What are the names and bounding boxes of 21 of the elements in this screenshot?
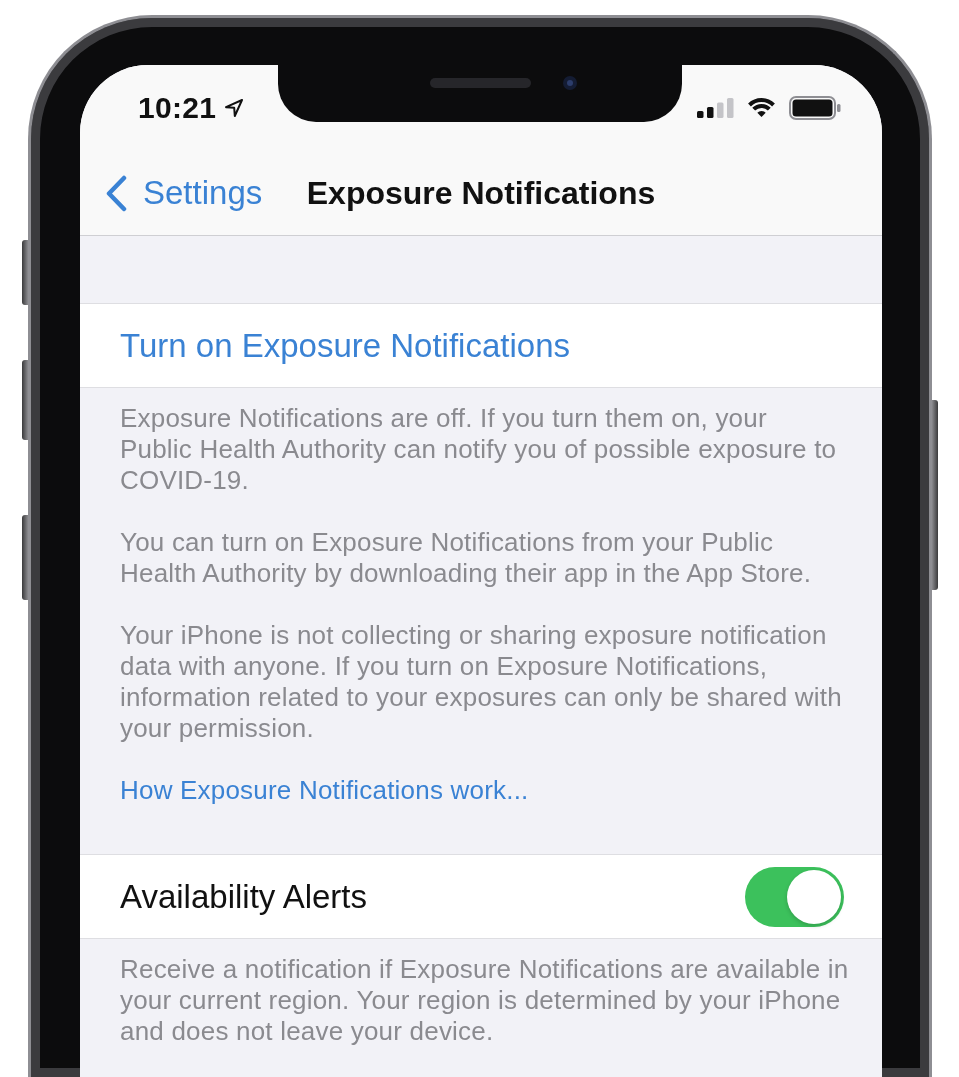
location-arrow-icon	[224, 98, 245, 118]
side-button[interactable]	[22, 515, 28, 600]
wifi-icon	[746, 97, 777, 119]
camera-lens-icon	[563, 76, 577, 90]
side-button[interactable]	[22, 360, 28, 440]
toggle-switch[interactable]	[745, 866, 844, 927]
footer-text: Your iPhone is not collecting or sharing exposure notification data with anyone. If you turn on Exposure Notifications, information related to your exposures can only be shared with your permission.	[120, 620, 843, 744]
back-button[interactable]: Settings	[80, 174, 263, 212]
action-row[interactable]: Turn on Exposure Notifications	[80, 303, 882, 388]
chevron-left-icon	[105, 174, 127, 212]
battery-icon	[789, 96, 841, 120]
status-time: 10:21	[138, 91, 217, 125]
signal-bars-icon	[697, 98, 734, 118]
row-label: Availability Alerts	[120, 877, 367, 916]
nav-title: Exposure Notifications	[306, 174, 656, 212]
footer-text: You can turn on Exposure Notifications from your Public Health Authority by downloading their app in the App Store.	[120, 527, 813, 589]
footer-text: Receive a notification if Exposure Notifications are available in your current region. Your region is determined by your iPhone and does not leave your device.	[120, 954, 850, 1047]
learn-more-link[interactable]: How Exposure Notifications work...	[120, 775, 529, 806]
footer-text: Exposure Notifications are off. If you turn them on, your Public Health Authority can notify you of possible exposure to COVID-19.	[120, 403, 838, 496]
side-button[interactable]	[22, 240, 28, 305]
side-button[interactable]	[932, 400, 938, 590]
